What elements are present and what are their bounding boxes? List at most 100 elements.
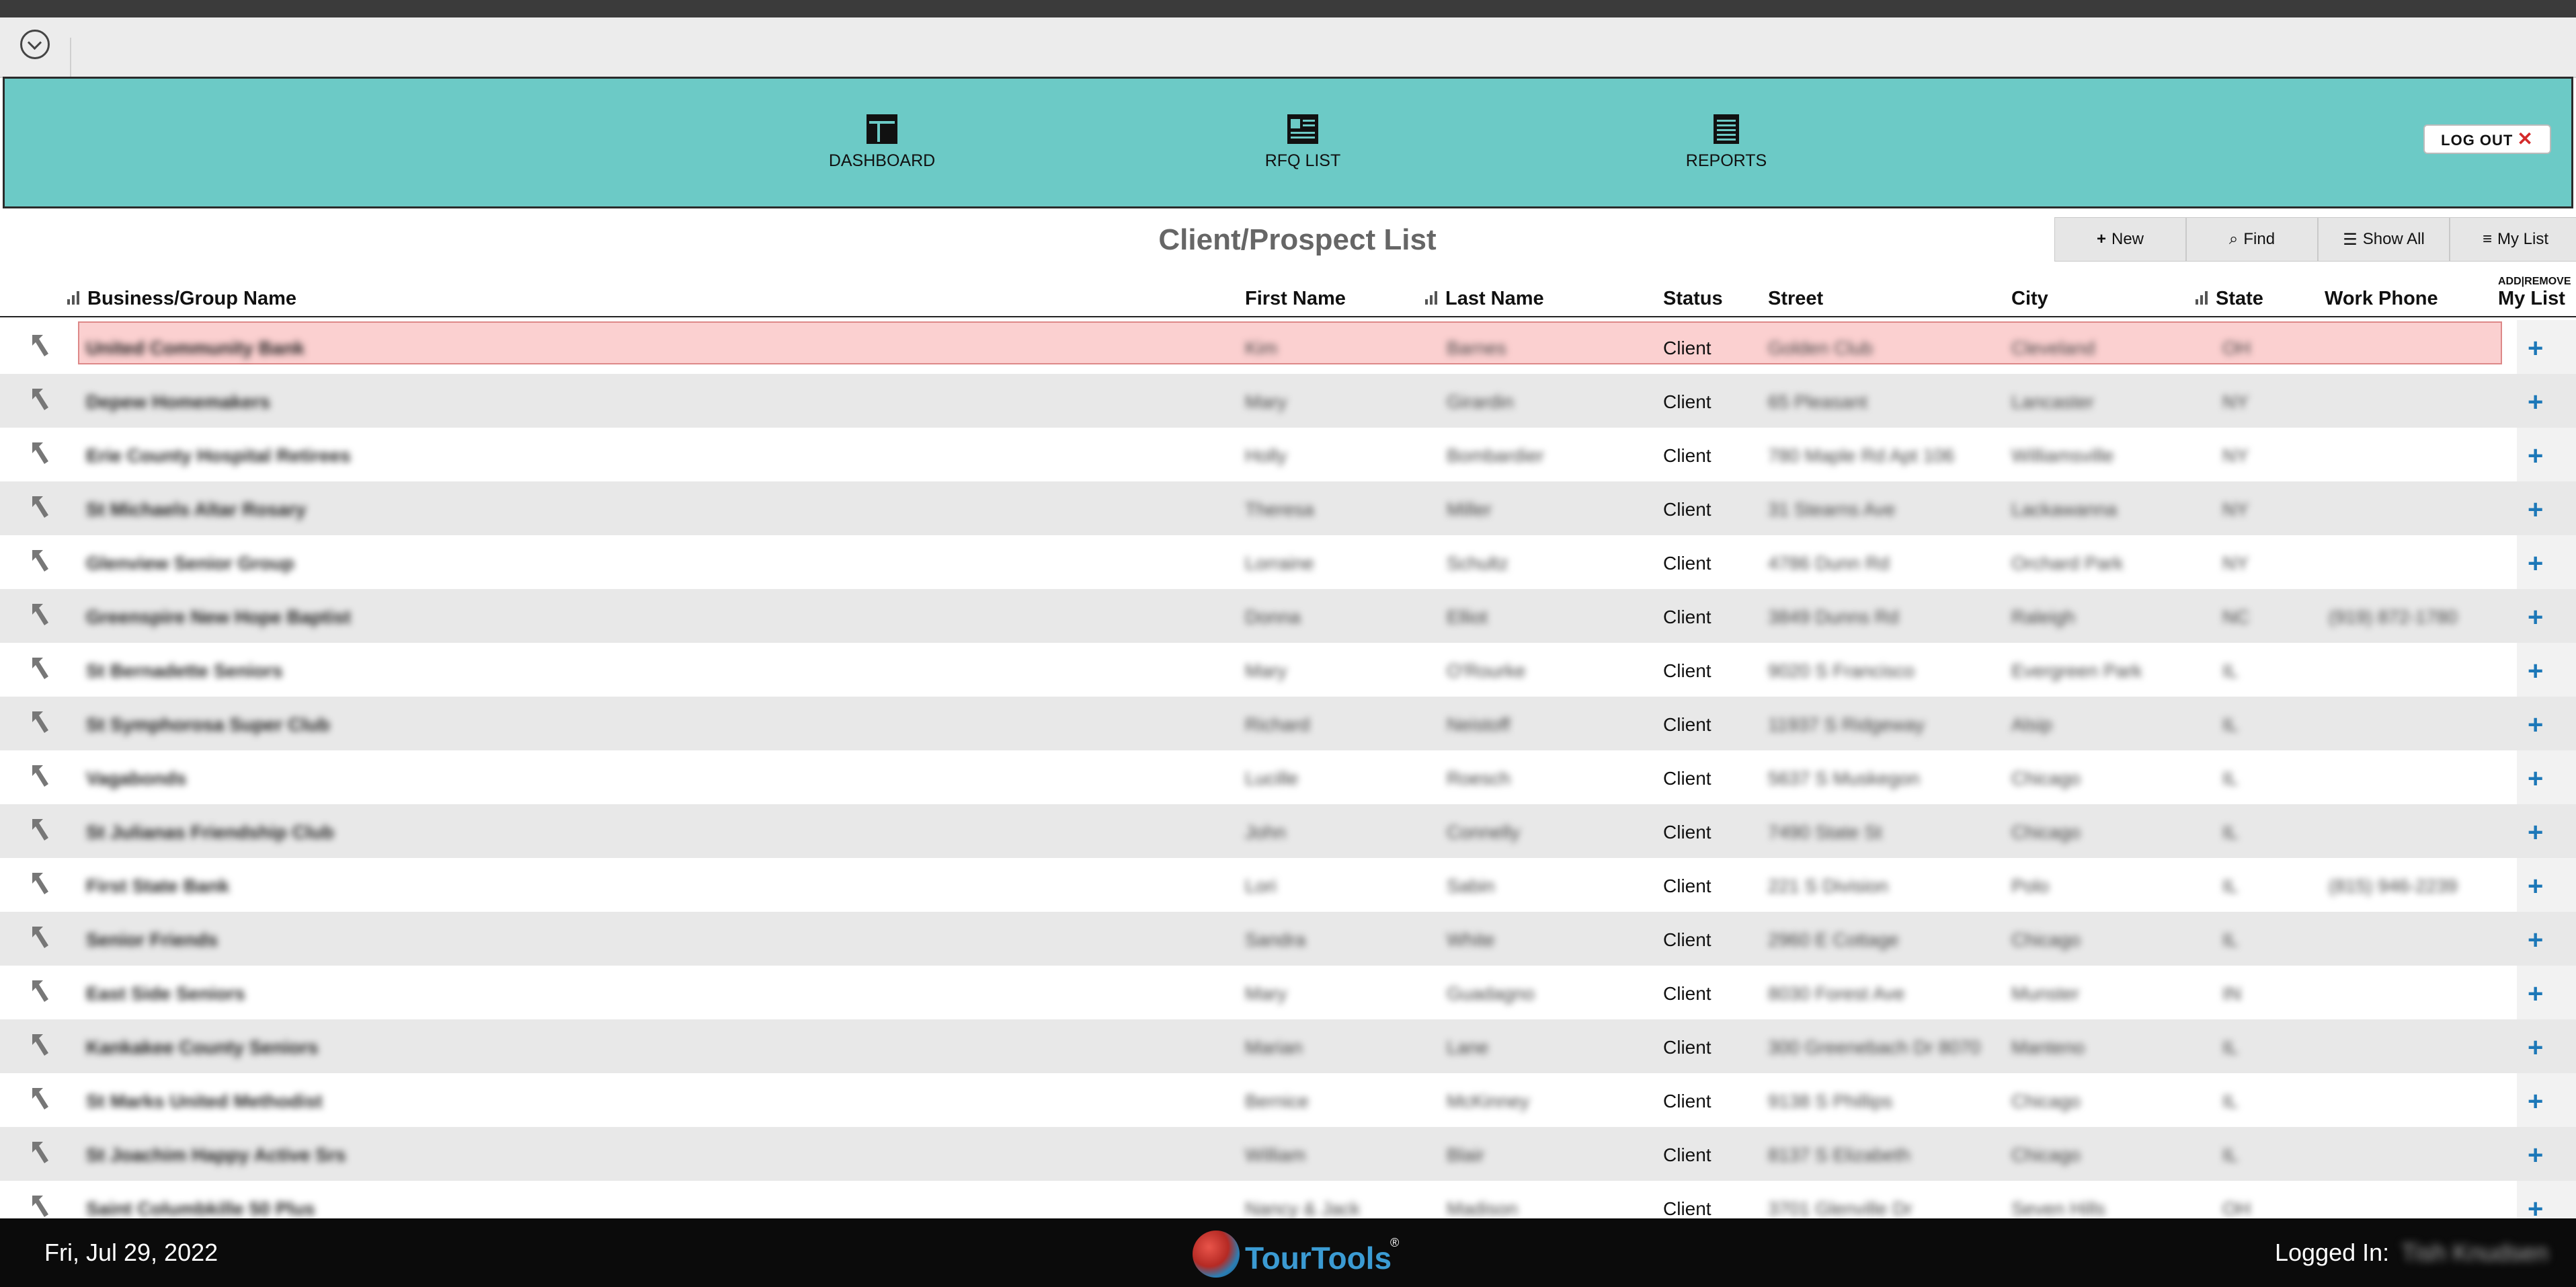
table-row[interactable]: St Michaels Altar Rosary Theresa Miller Cli…	[0, 481, 2576, 535]
nav-dashboard[interactable]: DASHBOARD	[801, 114, 963, 171]
open-record-icon[interactable]	[30, 710, 52, 734]
add-to-my-list-icon[interactable]: +	[2528, 764, 2543, 794]
city-cell: Manteno	[2011, 1037, 2085, 1058]
table-row[interactable]: Senior Friends Sandra White Client 2960 E Co…	[0, 912, 2576, 966]
col-city[interactable]: City	[2011, 288, 2048, 310]
chevron-down-circle-icon[interactable]	[20, 30, 50, 59]
nav-rfq-list[interactable]: RFQ LIST	[1222, 114, 1383, 171]
table-row[interactable]: Kankakee County Seniors Marian Lane Client 3…	[0, 1019, 2576, 1073]
add-to-my-list-icon[interactable]: +	[2528, 871, 2543, 902]
table-row[interactable]: St Julianas Friendship Club John Connelly C…	[0, 804, 2576, 858]
table-row[interactable]: Vagabonds Lucille Roesch Client 5637 S Muske…	[0, 750, 2576, 804]
add-to-my-list-icon[interactable]: +	[2528, 818, 2543, 848]
col-status[interactable]: Status	[1663, 288, 1723, 310]
first-name-cell: Marian	[1245, 1037, 1303, 1058]
sort-icon	[1425, 291, 1440, 305]
open-record-icon[interactable]	[30, 925, 52, 949]
table-row[interactable]: Saint Columbkille 50 Plus Nancy & Jack Mad…	[0, 1181, 2576, 1218]
col-street[interactable]: Street	[1768, 288, 1823, 310]
open-record-icon[interactable]	[30, 441, 52, 465]
first-name-cell: Sandra	[1245, 929, 1306, 950]
add-to-my-list-icon[interactable]: +	[2528, 656, 2543, 687]
add-to-my-list-icon[interactable]: +	[2528, 441, 2543, 471]
show-all-label: Show All	[2362, 230, 2425, 248]
phone-cell: (815) 946-2239	[2329, 875, 2458, 896]
col-phone-label: Work Phone	[2325, 288, 2438, 309]
add-to-my-list-icon[interactable]: +	[2528, 925, 2543, 956]
street-cell: 8137 S Elizabeth	[1768, 1144, 1910, 1165]
business-cell: St Michaels Altar Rosary	[86, 499, 307, 520]
open-record-icon[interactable]	[30, 387, 52, 412]
city-cell: Chicago	[2011, 768, 2081, 789]
state-cell: NY	[2222, 553, 2249, 574]
find-button[interactable]: ⌕ Find	[2186, 217, 2318, 262]
table-row[interactable]: Greenspire New Hope Baptist Donna Elliot Cl…	[0, 589, 2576, 643]
open-record-icon[interactable]	[30, 1087, 52, 1111]
city-cell: Chicago	[2011, 929, 2081, 950]
table-row[interactable]: United Community Bank Kim Barnes Client Gold…	[0, 320, 2576, 374]
status-cell: Client	[1663, 1037, 1712, 1058]
nav-dashboard-label: DASHBOARD	[828, 151, 936, 170]
add-to-my-list-icon[interactable]: +	[2528, 602, 2543, 633]
street-cell: 2960 E Cottage	[1768, 929, 1899, 950]
business-cell: United Community Bank	[86, 338, 305, 358]
add-to-my-list-icon[interactable]: +	[2528, 1033, 2543, 1063]
status-cell: Client	[1663, 714, 1712, 735]
open-record-icon[interactable]	[30, 871, 52, 896]
col-business[interactable]: Business/Group Name	[67, 288, 296, 310]
business-cell: Greenspire New Hope Baptist	[86, 607, 351, 627]
add-to-my-list-icon[interactable]: +	[2528, 387, 2543, 418]
open-record-icon[interactable]	[30, 602, 52, 627]
table-row[interactable]: Glenview Senior Group Lorraine Schultz Clie…	[0, 535, 2576, 589]
open-record-icon[interactable]	[30, 549, 52, 573]
table-row[interactable]: First State Bank Lori Sabin Client 221 S Div…	[0, 858, 2576, 912]
col-work-phone[interactable]: Work Phone	[2325, 288, 2438, 310]
city-cell: Lancaster	[2011, 391, 2094, 412]
my-list-button[interactable]: ≡ My List	[2450, 217, 2576, 262]
open-record-icon[interactable]	[30, 1140, 52, 1165]
add-to-my-list-icon[interactable]: +	[2528, 979, 2543, 1009]
add-to-my-list-icon[interactable]: +	[2528, 1140, 2543, 1171]
add-to-my-list-icon[interactable]: +	[2528, 1194, 2543, 1218]
business-cell: Depew Homemakers	[86, 391, 270, 412]
open-record-icon[interactable]	[30, 979, 52, 1003]
open-record-icon[interactable]	[30, 1033, 52, 1057]
open-record-icon[interactable]	[30, 334, 52, 358]
state-cell: IL	[2222, 660, 2239, 681]
add-to-my-list-icon[interactable]: +	[2528, 710, 2543, 740]
open-record-icon[interactable]	[30, 495, 52, 519]
open-record-icon[interactable]	[30, 656, 52, 680]
logout-button[interactable]: LOG OUT ✕	[2423, 124, 2551, 154]
col-state[interactable]: State	[2196, 288, 2263, 310]
business-cell: Senior Friends	[86, 929, 218, 950]
open-record-icon[interactable]	[30, 1194, 52, 1218]
nav-reports[interactable]: REPORTS	[1646, 114, 1807, 171]
add-to-my-list-icon[interactable]: +	[2528, 549, 2543, 579]
col-last-label: Last Name	[1445, 288, 1544, 309]
city-cell: Munster	[2011, 983, 2080, 1004]
open-record-icon[interactable]	[30, 818, 52, 842]
first-name-cell: William	[1245, 1144, 1306, 1165]
table-row[interactable]: Erie County Hospital Retirees Holly Bombar…	[0, 428, 2576, 481]
table-row[interactable]: East Side Seniors Mary Guadagno Client 8030 …	[0, 966, 2576, 1019]
table-row[interactable]: St Marks United Methodist Bernice McKinney…	[0, 1073, 2576, 1127]
first-name-cell: John	[1245, 822, 1286, 843]
add-to-my-list-icon[interactable]: +	[2528, 334, 2543, 364]
app-toolbar	[0, 17, 2576, 91]
table-row[interactable]: St Joachim Happy Active Srs William Blair C…	[0, 1127, 2576, 1181]
street-cell: 5637 S Muskegon	[1768, 768, 1920, 789]
show-all-button[interactable]: ☰ Show All	[2318, 217, 2450, 262]
first-name-cell: Kim	[1245, 338, 1278, 358]
col-first-name[interactable]: First Name	[1245, 288, 1346, 310]
table-row[interactable]: Depew Homemakers Mary Girardin Client 65 Ple…	[0, 374, 2576, 428]
col-last-name[interactable]: Last Name	[1425, 288, 1544, 310]
table-row[interactable]: St Bernadette Seniors Mary O'Rourke Client 9…	[0, 643, 2576, 697]
add-to-my-list-icon[interactable]: +	[2528, 495, 2543, 525]
open-record-icon[interactable]	[30, 764, 52, 788]
first-name-cell: Nancy & Jack	[1245, 1198, 1361, 1218]
business-cell: St Symphorosa Super Club	[86, 714, 330, 735]
add-to-my-list-icon[interactable]: +	[2528, 1087, 2543, 1117]
table-row[interactable]: St Symphorosa Super Club Richard Neistoff C…	[0, 697, 2576, 750]
business-cell: Glenview Senior Group	[86, 553, 294, 574]
new-button[interactable]: + New	[2054, 217, 2186, 262]
